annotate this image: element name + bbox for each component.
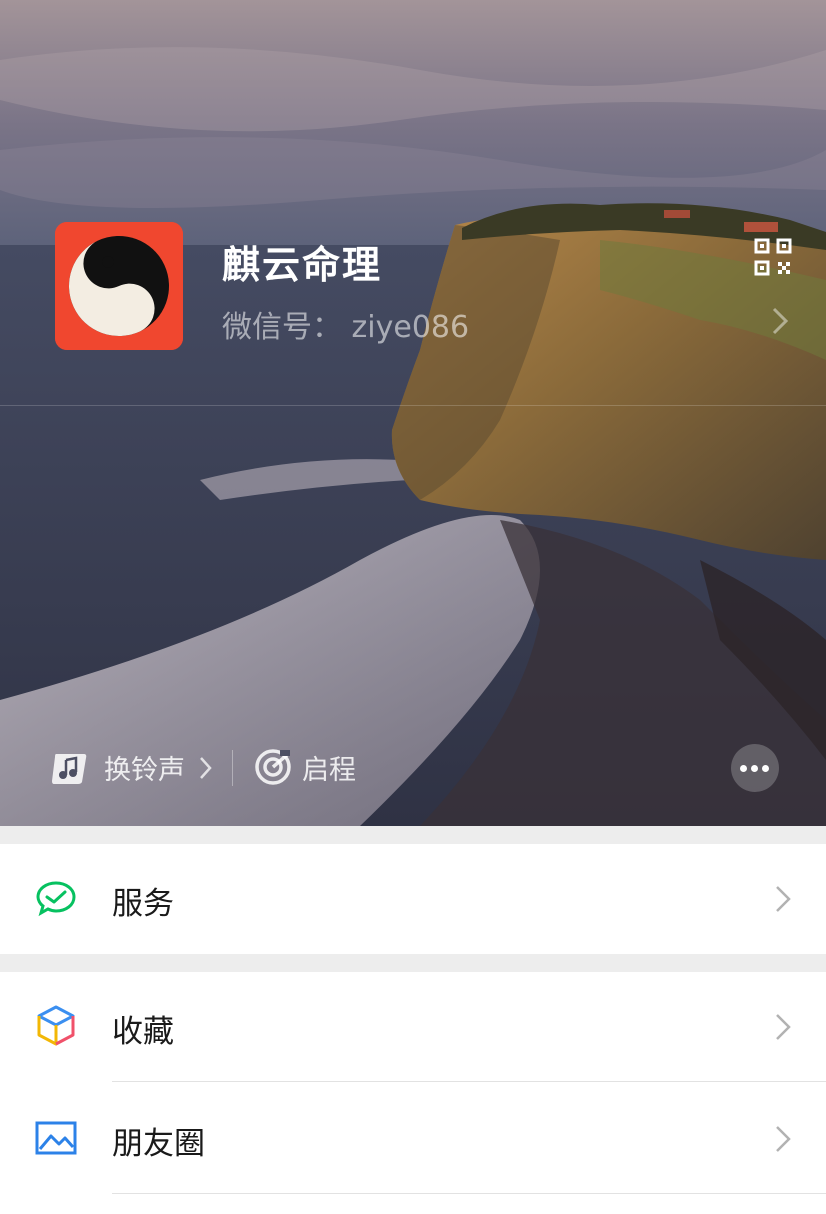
wechat-id: 微信号： ziye086 — [222, 310, 470, 345]
cube-icon — [37, 1005, 75, 1046]
menu-item-services[interactable]: 服务 — [0, 844, 826, 954]
status-label[interactable]: 启程 — [302, 748, 356, 787]
account-avatar[interactable] — [55, 222, 183, 350]
ringtone-chevron-icon — [200, 757, 212, 779]
section-gap — [0, 826, 826, 844]
menu-label: 服务 — [112, 886, 174, 922]
profile-chevron-right-icon[interactable] — [770, 306, 790, 336]
ringtone-icon[interactable] — [50, 750, 90, 786]
yin-yang-icon — [55, 222, 183, 350]
account-name: 麒云命理 — [222, 243, 383, 287]
menu-label: 收藏 — [112, 1014, 174, 1050]
menu-label: 朋友圈 — [112, 1126, 205, 1162]
qr-code-icon[interactable] — [754, 238, 792, 276]
status-icon[interactable] — [254, 748, 292, 786]
chevron-right-icon — [776, 1126, 791, 1152]
cover-action-bar: 换铃声 启程 — [0, 740, 826, 796]
more-options-button[interactable] — [731, 744, 779, 792]
chevron-right-icon — [776, 1014, 791, 1040]
cover-background-image — [0, 0, 826, 826]
picture-icon — [35, 1121, 77, 1155]
change-ringtone-label[interactable]: 换铃声 — [104, 748, 185, 787]
profile-cover[interactable]: 麒云命理 微信号： ziye086 换铃声 启程 — [0, 0, 826, 826]
chat-check-icon — [36, 881, 76, 917]
section-gap — [0, 954, 826, 972]
chevron-right-icon — [776, 886, 791, 912]
menu-item-moments[interactable]: 朋友圈 — [0, 1082, 826, 1192]
row-divider — [112, 1193, 826, 1194]
cover-divider — [0, 405, 826, 406]
action-bar-separator — [232, 750, 233, 786]
menu-item-favorites[interactable]: 收藏 — [0, 972, 826, 1082]
